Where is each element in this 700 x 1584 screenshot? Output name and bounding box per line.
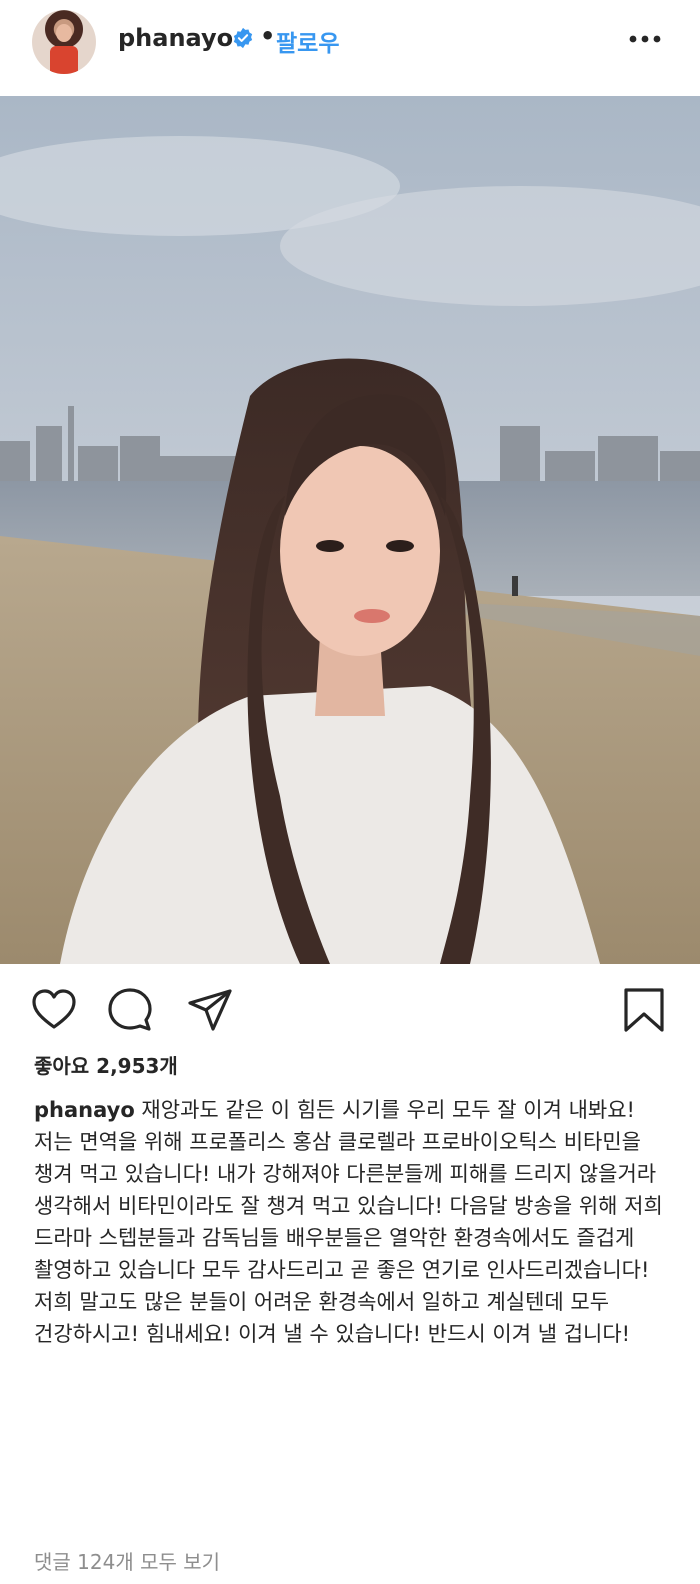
comment-icon[interactable] bbox=[106, 986, 154, 1034]
bookmark-icon[interactable] bbox=[620, 986, 668, 1034]
action-bar bbox=[0, 978, 700, 1044]
post-caption: phanayo 재앙과도 같은 이 힘든 시기를 우리 모두 잘 이겨 내봐요!… bbox=[34, 1094, 670, 1350]
avatar-shirt bbox=[50, 46, 78, 74]
heart-icon[interactable] bbox=[30, 986, 78, 1034]
view-all-comments-link[interactable]: 댓글 124개 모두 보기 bbox=[34, 1546, 220, 1575]
follow-button[interactable]: 팔로우 bbox=[276, 24, 339, 58]
caption-text: 재앙과도 같은 이 힘든 시기를 우리 모두 잘 이겨 내봐요! 저는 면역을 … bbox=[34, 1098, 663, 1346]
verified-badge-icon bbox=[233, 27, 253, 49]
avatar-face bbox=[56, 24, 72, 42]
header-separator: • bbox=[260, 22, 276, 50]
post-photo[interactable] bbox=[0, 96, 700, 964]
likes-count[interactable]: 좋아요 2,953개 bbox=[34, 1050, 178, 1079]
send-icon[interactable] bbox=[186, 986, 234, 1034]
caption-username[interactable]: phanayo bbox=[34, 1098, 135, 1122]
post-username[interactable]: phanayo bbox=[118, 24, 233, 52]
profile-avatar[interactable] bbox=[32, 10, 96, 74]
post-header: phanayo • 팔로우 bbox=[0, 0, 700, 96]
more-options-icon[interactable] bbox=[628, 32, 662, 46]
